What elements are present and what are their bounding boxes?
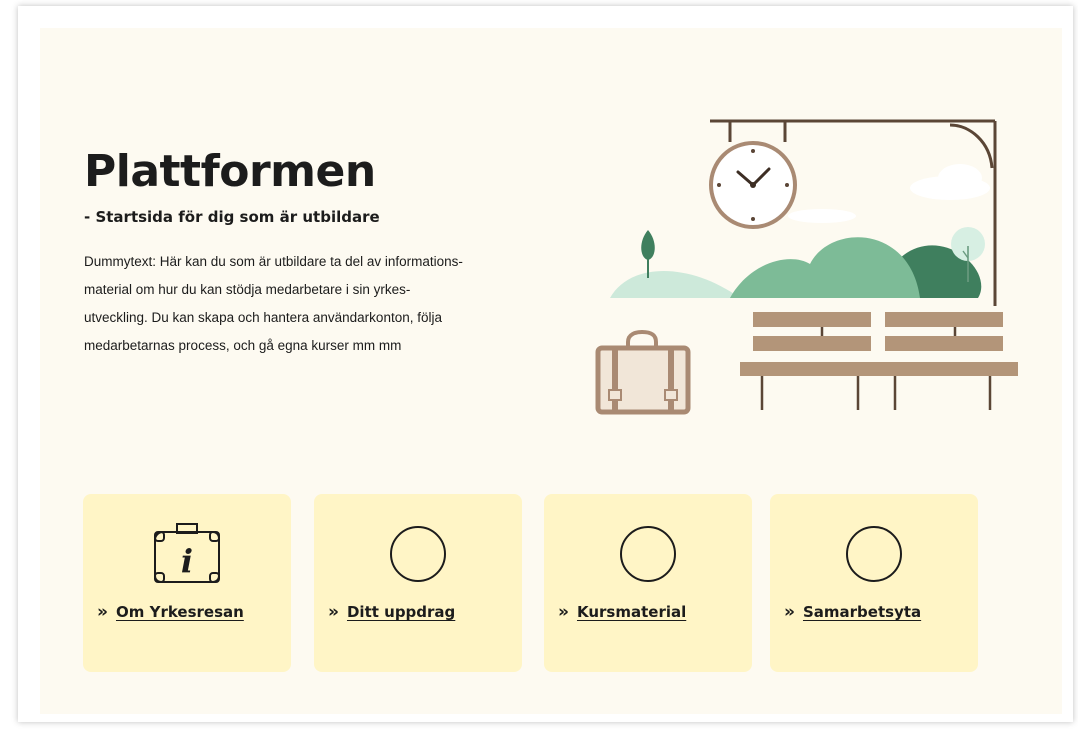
card-link-label[interactable]: Samarbetsyta [803,603,921,621]
card-link-label[interactable]: Kursmaterial [577,603,686,621]
card-link-label[interactable]: Om Yrkesresan [116,603,244,621]
hero-illustration [595,119,1018,415]
intro-line: medarbetarnas process, och gå egna kurse… [84,338,402,353]
intro-line: utveckling. Du kan skapa och hantera anv… [84,310,442,325]
chevron-right-icon: » [328,602,339,622]
bench-icon [740,312,1018,410]
tree-icon [641,230,655,278]
svg-text:i: i [181,542,193,580]
info-suitcase-icon: i [151,522,223,586]
suitcase-icon [595,329,691,415]
card-kursmaterial[interactable]: » Kursmaterial [544,494,752,672]
chevron-right-icon: » [784,602,795,622]
intro-line: material om hur du kan stödja medarbetar… [84,282,411,297]
page-subtitle: - Startsida för dig som är utbildare [84,208,380,226]
page-title: Plattformen [84,146,376,197]
card-link[interactable]: » Ditt uppdrag [328,602,455,622]
cloud-icon [788,164,990,223]
circle-icon [382,522,454,586]
chevron-right-icon: » [558,602,569,622]
card-link[interactable]: » Om Yrkesresan [97,602,244,622]
card-om-yrkesresan[interactable]: i » Om Yrkesresan [83,494,291,672]
circle-icon [612,522,684,586]
chevron-right-icon: » [97,602,108,622]
circle-icon [838,522,910,586]
intro-text: Dummytext: Här kan du som är utbildare t… [84,248,514,360]
card-link[interactable]: » Kursmaterial [558,602,686,622]
card-link[interactable]: » Samarbetsyta [784,602,921,622]
card-ditt-uppdrag[interactable]: » Ditt uppdrag [314,494,522,672]
intro-line: Dummytext: Här kan du som är utbildare t… [84,254,463,269]
clock-icon [709,141,797,229]
card-samarbetsyta[interactable]: » Samarbetsyta [770,494,978,672]
hills [610,237,982,298]
card-link-label[interactable]: Ditt uppdrag [347,603,455,621]
